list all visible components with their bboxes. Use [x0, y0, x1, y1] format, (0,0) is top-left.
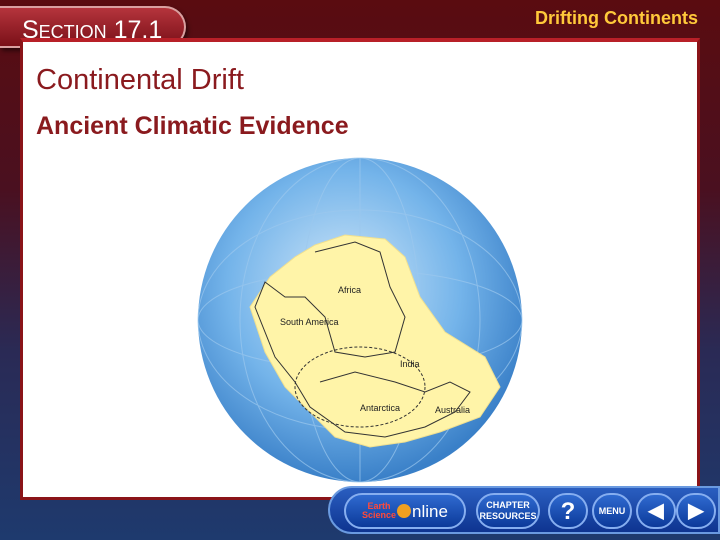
label-australia: Australia [435, 405, 470, 415]
chapter-resources-button[interactable]: CHAPTER RESOURCES [476, 493, 540, 529]
resources-text: RESOURCES [479, 511, 537, 521]
earth-science-online-button[interactable]: Earth Science nline [344, 493, 466, 529]
help-button[interactable]: ? [548, 493, 588, 529]
navigation-bar: Earth Science nline CHAPTER RESOURCES ? ME… [328, 486, 720, 534]
arrow-left-icon: ◀ [648, 499, 664, 522]
label-africa: Africa [338, 285, 361, 295]
gondwana-globe-map: Africa South America India Antarctica Au… [197, 157, 523, 483]
online-suffix-text: nline [412, 501, 448, 521]
arrow-right-icon: ▶ [688, 499, 704, 522]
online-science-text: Science [362, 510, 397, 520]
previous-button[interactable]: ◀ [636, 493, 676, 529]
slide-subtitle: Ancient Climatic Evidence [36, 112, 349, 140]
next-button[interactable]: ▶ [676, 493, 716, 529]
label-south-america: South America [280, 317, 339, 327]
slide-title: Continental Drift [36, 64, 244, 96]
globe-icon [397, 504, 412, 518]
chapter-text: CHAPTER [486, 500, 530, 510]
topic-title: Drifting Continents [535, 8, 698, 28]
label-antarctica: Antarctica [360, 403, 400, 413]
label-india: India [400, 359, 420, 369]
menu-button[interactable]: MENU [592, 493, 632, 529]
